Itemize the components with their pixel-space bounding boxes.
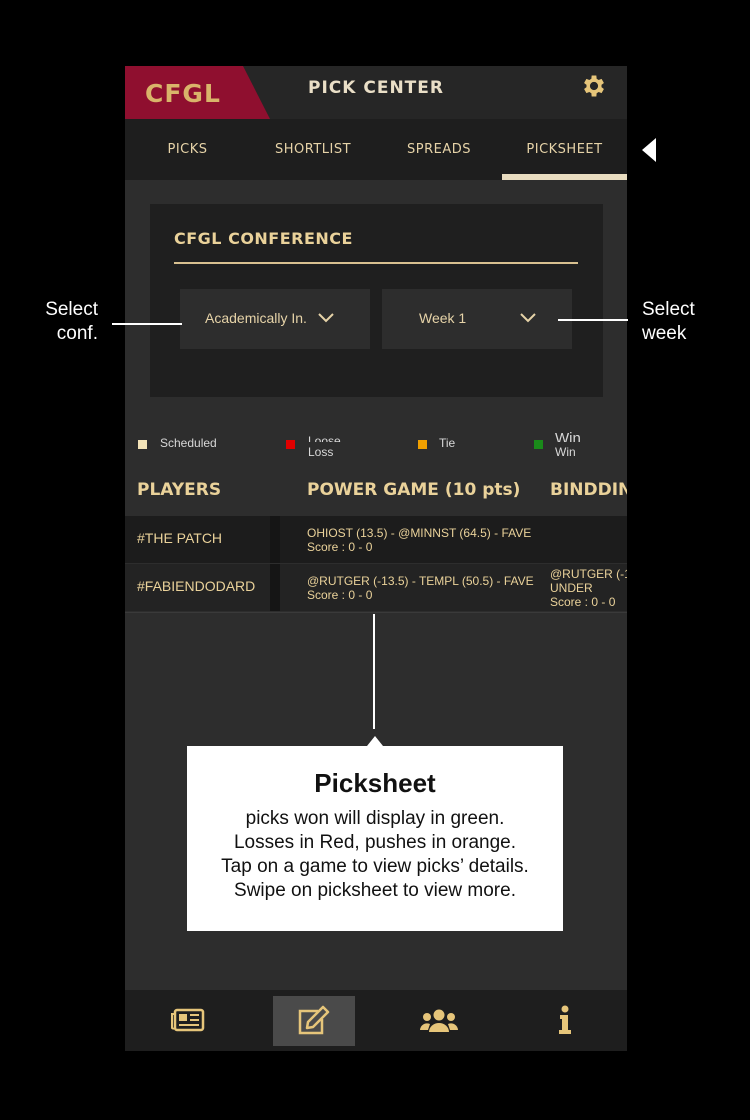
column-divider bbox=[270, 564, 280, 611]
nav-news[interactable] bbox=[155, 990, 220, 1051]
conference-select[interactable]: Academically In. bbox=[180, 289, 370, 349]
users-icon bbox=[420, 1009, 458, 1032]
nav-league[interactable] bbox=[405, 990, 475, 1051]
tab-spreads[interactable]: SPREADS bbox=[376, 119, 502, 180]
header-players: PLAYERS bbox=[137, 480, 222, 500]
conference-title: CFGL CONFERENCE bbox=[174, 229, 353, 248]
game-cell-line[interactable]: OHIOST (13.5) - @MINNST (64.5) - FAVE bbox=[307, 527, 531, 540]
callout-pointer bbox=[367, 736, 383, 746]
tab-picks[interactable]: PICKS bbox=[125, 119, 250, 180]
table-row[interactable]: #THE PATCH OHIOST (13.5) - @MINNST (64.5… bbox=[125, 516, 627, 563]
callout-body: picks won will display in green. Losses … bbox=[221, 808, 529, 901]
player-name: #FABIENDODARD bbox=[137, 578, 256, 594]
game-cell-score: Score : 0 - 0 bbox=[550, 595, 616, 609]
week-select[interactable]: Week 1 bbox=[382, 289, 572, 349]
column-divider bbox=[270, 516, 280, 563]
annotation-line bbox=[558, 319, 628, 321]
scroll-tabs-arrow-icon[interactable] bbox=[642, 138, 656, 162]
table-row[interactable]: #FABIENDODARD @RUTGER (-13.5) - TEMPL (5… bbox=[125, 564, 627, 611]
conference-divider bbox=[174, 262, 578, 264]
game-cell-line[interactable]: @RUTGER (-13.5) - TEMPL (50.5) - FAVE bbox=[307, 575, 534, 588]
player-name: #THE PATCH bbox=[137, 530, 223, 546]
page-title: PICK CENTER bbox=[308, 78, 444, 98]
chevron-down-icon bbox=[318, 313, 334, 323]
chevron-down-icon bbox=[520, 313, 536, 323]
bottom-nav bbox=[125, 990, 627, 1051]
logo: CFGL bbox=[125, 66, 270, 119]
divider bbox=[125, 612, 627, 613]
gear-icon[interactable] bbox=[580, 72, 608, 100]
legend-swatch bbox=[418, 440, 427, 449]
info-icon bbox=[559, 1005, 571, 1034]
tab-picksheet[interactable]: PICKSHEET bbox=[502, 119, 627, 180]
top-bar: CFGL PICK CENTER bbox=[125, 66, 627, 119]
header-power-game: POWER GAME (10 pts) bbox=[307, 480, 521, 500]
picksheet-callout: Picksheet picks won will display in gree… bbox=[187, 746, 563, 931]
active-tab-indicator bbox=[502, 174, 627, 180]
header-binding: BINDDING bbox=[550, 480, 627, 500]
table-header: PLAYERS POWER GAME (10 pts) BINDDING bbox=[125, 466, 627, 516]
annotation-line bbox=[112, 323, 182, 325]
annotation-line bbox=[373, 614, 375, 729]
tab-bar: PICKS SHORTLIST SPREADS PICKSHEET bbox=[125, 119, 627, 180]
annotation-select-conf: Select conf. bbox=[45, 299, 98, 344]
nav-info[interactable] bbox=[535, 990, 595, 1051]
legend-tie: Tie bbox=[418, 436, 455, 450]
game-cell-line[interactable]: @RUTGER (-1 bbox=[550, 568, 627, 581]
tab-shortlist[interactable]: SHORTLIST bbox=[250, 119, 376, 180]
edit-icon bbox=[298, 1005, 330, 1035]
conference-select-value: Academically In. bbox=[205, 310, 307, 326]
logo-text: CFGL bbox=[145, 79, 221, 108]
week-select-value: Week 1 bbox=[419, 310, 467, 326]
nav-picks[interactable] bbox=[273, 996, 355, 1046]
conference-panel: CFGL CONFERENCE Academically In. Week 1 bbox=[150, 204, 603, 397]
annotation-select-week: Select week bbox=[642, 299, 695, 344]
game-cell-score: Score : 0 - 0 bbox=[307, 540, 373, 554]
legend-scheduled: Scheduled bbox=[138, 436, 217, 450]
game-cell-score: Score : 0 - 0 bbox=[307, 588, 373, 602]
legend-swatch bbox=[138, 440, 147, 449]
legend-swatch bbox=[534, 440, 543, 449]
legend-swatch bbox=[286, 440, 295, 449]
news-icon bbox=[171, 1008, 205, 1032]
game-cell-pick: UNDER bbox=[550, 581, 593, 595]
callout-title: Picksheet bbox=[314, 768, 436, 798]
